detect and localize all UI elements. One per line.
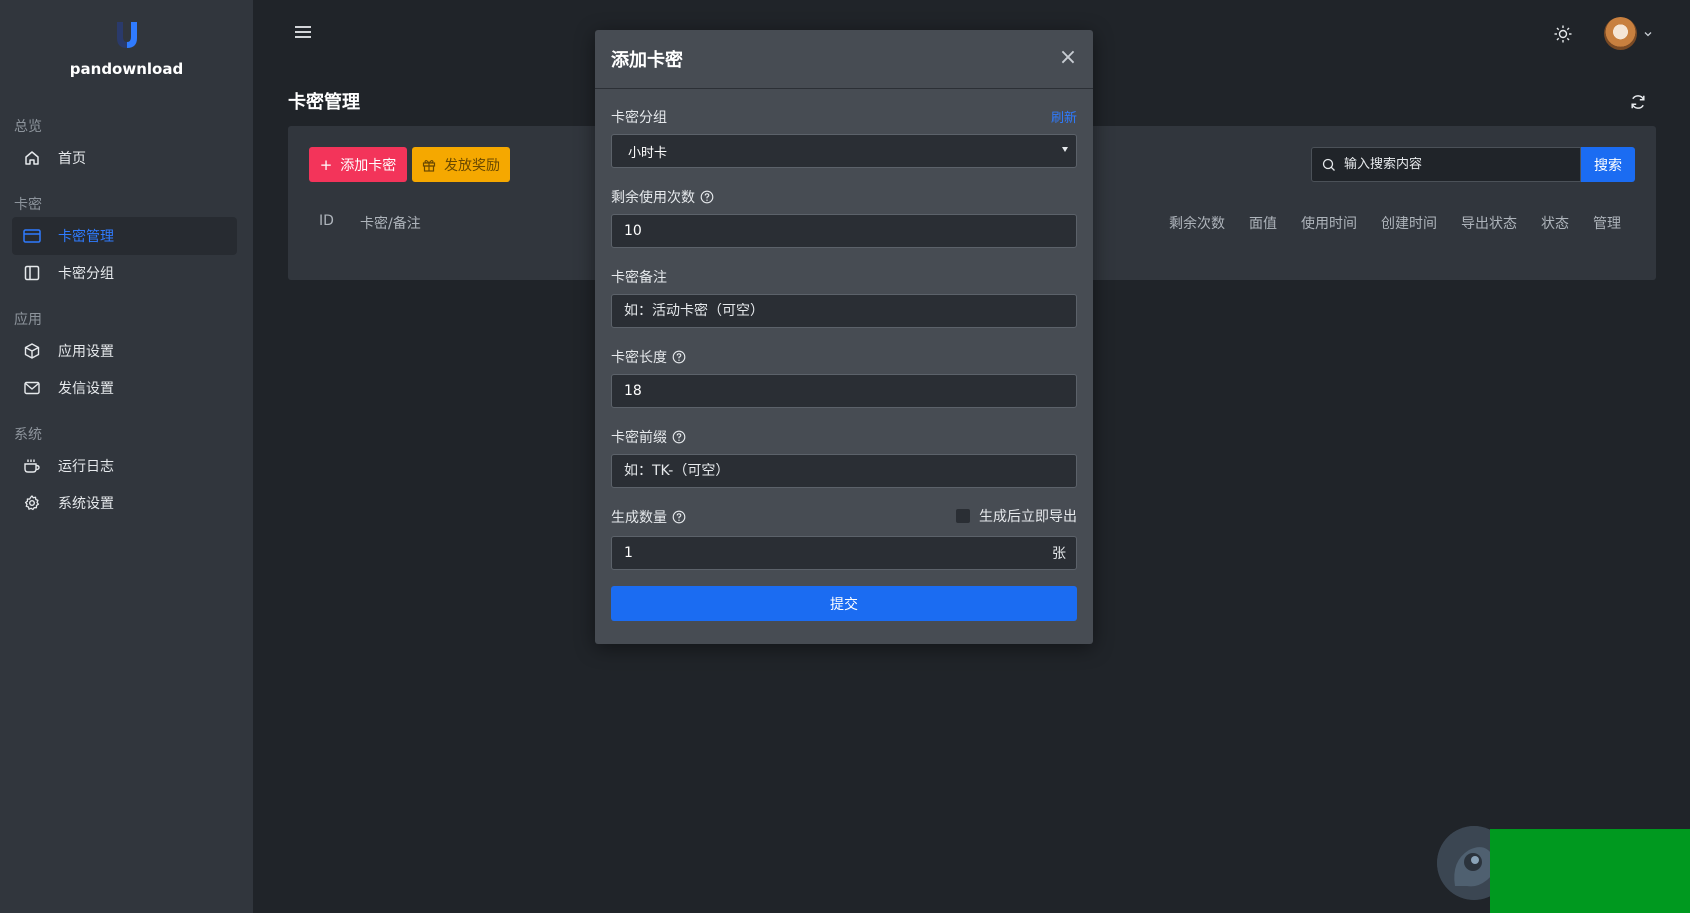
sidebar-item-label: 应用设置 [58, 344, 114, 360]
group-select-value: 小时卡 [628, 145, 668, 161]
column-header-face-value: 面值 [1249, 216, 1277, 232]
column-header-remaining: 剩余次数 [1169, 216, 1225, 232]
export-checkbox-label: 生成后立即导出 [979, 509, 1077, 525]
prefix-label: 卡密前缀 [611, 427, 686, 447]
sun-icon[interactable] [1553, 24, 1573, 44]
sidebar-item-label: 系统设置 [58, 496, 114, 512]
sidebar-item-run-log[interactable]: 运行日志 [12, 447, 237, 485]
sidebar-item-label: 卡密分组 [58, 266, 114, 282]
nav-section-apps: 应用 [14, 312, 42, 328]
page-title: 卡密管理 [288, 92, 360, 113]
checkbox-box[interactable] [956, 509, 970, 523]
search-button[interactable]: 搜索 [1581, 147, 1635, 182]
sidebar-item-system-settings[interactable]: 系统设置 [12, 484, 237, 522]
cube-icon [22, 341, 42, 361]
length-label: 卡密长度 [611, 347, 686, 367]
column-header-card-note: 卡密/备注 [360, 216, 421, 232]
export-checkbox[interactable]: 生成后立即导出 [956, 506, 1077, 526]
column-header-id: ID [319, 213, 334, 229]
chevron-down-icon[interactable] [1643, 27, 1653, 37]
logo-icon [112, 20, 142, 50]
length-input[interactable] [624, 383, 1076, 399]
add-card-modal: 添加卡密 × 卡密分组 刷新 小时卡 剩余使用次数 卡密备注 卡密长度 卡密前缀 [595, 30, 1093, 644]
search-icon [1322, 158, 1336, 172]
modal-header: 添加卡密 × [595, 30, 1093, 89]
logo[interactable]: pandownload [0, 20, 253, 78]
gift-icon [422, 158, 436, 172]
column-header-export-status: 导出状态 [1461, 216, 1517, 232]
sidebar-item-label: 发信设置 [58, 381, 114, 397]
panel-icon [22, 263, 42, 283]
sidebar-item-label: 首页 [58, 151, 86, 167]
note-input[interactable] [624, 303, 1076, 319]
sidebar-item-home[interactable]: 首页 [12, 139, 237, 177]
close-icon[interactable]: × [1057, 47, 1079, 69]
home-icon [22, 148, 42, 168]
card-icon [22, 226, 42, 246]
count-unit: 张 [1042, 536, 1077, 570]
sidebar-item-card-management[interactable]: 卡密管理 [12, 217, 237, 255]
sidebar-item-app-settings[interactable]: 应用设置 [12, 332, 237, 370]
plus-icon: + [319, 155, 333, 174]
submit-button[interactable]: 提交 [611, 586, 1077, 621]
nav-section-cards: 卡密 [14, 197, 42, 213]
search-box [1311, 147, 1581, 182]
mail-icon [22, 378, 42, 398]
group-label: 卡密分组 [611, 110, 667, 126]
brand-name: pandownload [69, 60, 184, 78]
cup-icon [22, 456, 42, 476]
group-select[interactable]: 小时卡 [611, 134, 1077, 168]
menu-toggle-icon[interactable] [294, 25, 314, 43]
help-icon[interactable] [672, 350, 686, 364]
help-icon[interactable] [672, 510, 686, 524]
remaining-uses-input[interactable] [624, 223, 1076, 239]
prefix-input[interactable] [624, 463, 1076, 479]
avatar[interactable] [1604, 17, 1637, 50]
sidebar-item-label: 运行日志 [58, 459, 114, 475]
count-label: 生成数量 [611, 507, 686, 527]
remaining-uses-field[interactable] [611, 214, 1077, 248]
refresh-icon[interactable] [1629, 93, 1647, 111]
help-icon[interactable] [672, 430, 686, 444]
column-header-manage: 管理 [1593, 216, 1621, 232]
prefix-field[interactable] [611, 454, 1077, 488]
column-header-use-time: 使用时间 [1301, 216, 1357, 232]
count-field[interactable] [611, 536, 1043, 570]
search-input[interactable] [1344, 157, 1564, 172]
refresh-groups-link[interactable]: 刷新 [1051, 107, 1077, 126]
sidebar: pandownload 总览 首页 卡密 卡密管理 卡密分组 应用 应用设置 发… [0, 0, 253, 913]
green-overlay-block [1490, 829, 1690, 913]
note-field[interactable] [611, 294, 1077, 328]
caret-down-icon [1062, 147, 1068, 152]
add-card-button[interactable]: + 添加卡密 [309, 147, 407, 182]
count-input[interactable] [624, 545, 1042, 561]
nav-section-system: 系统 [14, 427, 42, 443]
gear-icon [22, 493, 42, 513]
sidebar-item-label: 卡密管理 [58, 229, 114, 245]
column-header-create-time: 创建时间 [1381, 216, 1437, 232]
column-header-status: 状态 [1541, 216, 1569, 232]
length-field[interactable] [611, 374, 1077, 408]
remaining-label: 剩余使用次数 [611, 187, 714, 207]
modal-title: 添加卡密 [611, 50, 683, 71]
sidebar-item-mail-settings[interactable]: 发信设置 [12, 369, 237, 407]
note-label: 卡密备注 [611, 270, 667, 286]
help-icon[interactable] [700, 190, 714, 204]
issue-reward-button[interactable]: 发放奖励 [412, 147, 510, 182]
sidebar-item-card-groups[interactable]: 卡密分组 [12, 254, 237, 292]
nav-section-overview: 总览 [14, 119, 42, 135]
